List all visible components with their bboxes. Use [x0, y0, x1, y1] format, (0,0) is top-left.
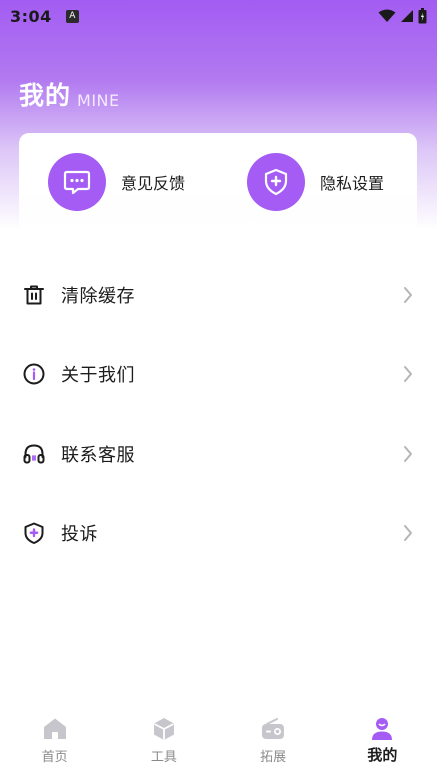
menu-item-label: 联系客服	[61, 444, 135, 466]
chevron-right-icon	[403, 365, 413, 383]
trash-icon	[22, 283, 46, 307]
menu-item-about-us[interactable]: 关于我们	[0, 335, 437, 415]
notification-icon: A	[65, 9, 79, 23]
page-subtitle: MINE	[77, 91, 120, 110]
chevron-right-icon	[403, 286, 413, 304]
signal-icon	[401, 10, 413, 22]
feedback-button[interactable]: 意见反馈	[48, 153, 185, 211]
nav-tab-label: 拓展	[260, 750, 287, 765]
home-icon	[41, 715, 69, 743]
menu-item-label: 清除缓存	[61, 285, 135, 307]
info-icon	[22, 362, 46, 386]
nav-tab-home[interactable]: 首页	[0, 708, 109, 778]
privacy-settings-label: 隐私设置	[320, 174, 385, 193]
nav-tab-mine[interactable]: 我的	[328, 708, 437, 778]
cube-icon	[150, 715, 178, 743]
complaint-shield-icon	[22, 521, 46, 545]
nav-tab-label: 工具	[150, 750, 177, 765]
menu-item-complaint[interactable]: 投诉	[0, 494, 437, 574]
feedback-icon-circle	[48, 153, 106, 211]
nav-tab-expand[interactable]: 拓展	[219, 708, 328, 778]
menu-item-customer-service[interactable]: 联系客服	[0, 414, 437, 494]
menu-item-label: 关于我们	[61, 365, 135, 387]
bottom-navigation: 首页 工具 拓展 我的	[0, 708, 437, 778]
quick-actions-card: 意见反馈 隐私设置	[19, 133, 417, 233]
status-time: 3:04	[10, 6, 52, 26]
nav-tab-label: 我的	[367, 746, 398, 764]
battery-icon	[418, 8, 427, 24]
page-title-row: 我的 MINE	[19, 76, 120, 112]
chat-bubble-icon	[63, 170, 91, 195]
chevron-right-icon	[403, 524, 413, 542]
status-indicators	[378, 8, 427, 24]
nav-tab-label: 首页	[41, 750, 68, 765]
settings-menu: 清除缓存 关于我们 联系客服 投诉	[0, 255, 437, 573]
status-bar: 3:04 A	[0, 0, 437, 32]
shield-plus-icon	[264, 168, 288, 196]
nav-tab-tools[interactable]: 工具	[109, 708, 218, 778]
chevron-right-icon	[403, 445, 413, 463]
menu-item-label: 投诉	[61, 524, 98, 546]
wifi-icon	[378, 9, 396, 22]
privacy-settings-button[interactable]: 隐私设置	[247, 153, 384, 211]
radio-icon	[259, 715, 287, 743]
privacy-icon-circle	[247, 153, 305, 211]
headset-icon	[22, 442, 46, 466]
page-title: 我的	[19, 81, 72, 110]
person-icon	[368, 715, 396, 743]
feedback-label: 意见反馈	[121, 174, 186, 193]
menu-item-clear-cache[interactable]: 清除缓存	[0, 255, 437, 335]
